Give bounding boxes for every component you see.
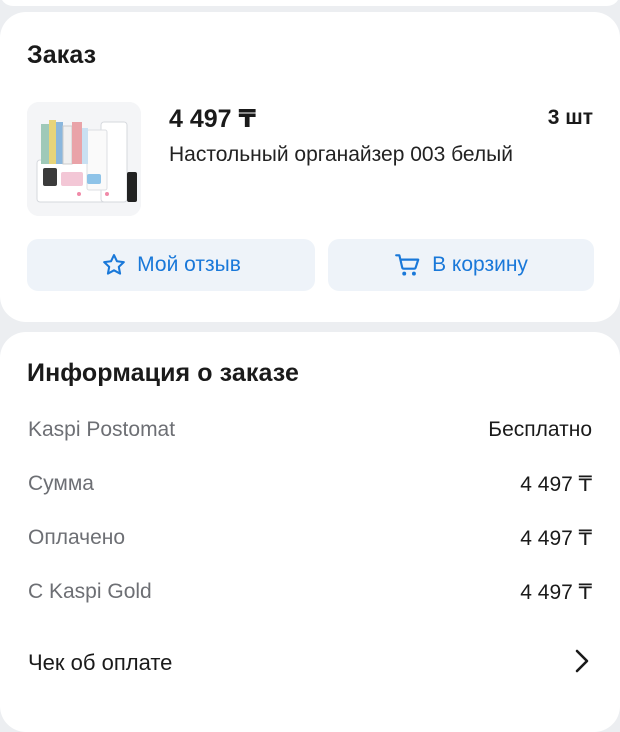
order-info-card: Информация о заказе Kaspi Postomat Беспл… (0, 332, 620, 732)
add-to-cart-button[interactable]: В корзину (328, 239, 594, 291)
info-row-kaspi-gold: С Kaspi Gold 4 497 ₸ (28, 577, 592, 607)
payment-receipt-label: Чек об оплате (28, 650, 173, 675)
info-row-value: 4 497 ₸ (520, 472, 592, 496)
add-to-cart-label: В корзину (432, 253, 528, 276)
info-row-label: Сумма (28, 472, 94, 495)
chevron-right-icon (572, 647, 592, 680)
order-card: Заказ 4 497 ₸ 3 шт Настольный органайзер… (0, 12, 620, 322)
info-row-label: Kaspi Postomat (28, 418, 176, 441)
product-image[interactable] (27, 102, 141, 216)
product-quantity: 3 шт (547, 106, 593, 129)
order-title: Заказ (27, 41, 97, 69)
my-review-label: Мой отзыв (137, 253, 241, 276)
cart-icon (394, 252, 422, 278)
info-row-label: Оплачено (28, 526, 126, 549)
info-row-value: Бесплатно (488, 418, 592, 441)
product-price: 4 497 ₸ (169, 105, 256, 133)
product-name[interactable]: Настольный органайзер 003 белый (169, 143, 513, 167)
star-icon (101, 252, 127, 278)
info-row-value: 4 497 ₸ (520, 580, 592, 604)
previous-card (0, 0, 620, 6)
info-row-sum: Сумма 4 497 ₸ (28, 469, 592, 499)
info-row-value: 4 497 ₸ (520, 526, 592, 550)
order-info-title: Информация о заказе (27, 359, 300, 387)
info-row-delivery: Kaspi Postomat Бесплатно (28, 415, 592, 445)
my-review-button[interactable]: Мой отзыв (27, 239, 315, 291)
desk-organizer-image (27, 102, 141, 216)
info-row-paid: Оплачено 4 497 ₸ (28, 523, 592, 553)
payment-receipt-row[interactable]: Чек об оплате (28, 646, 592, 680)
info-row-label: С Kaspi Gold (28, 580, 152, 603)
